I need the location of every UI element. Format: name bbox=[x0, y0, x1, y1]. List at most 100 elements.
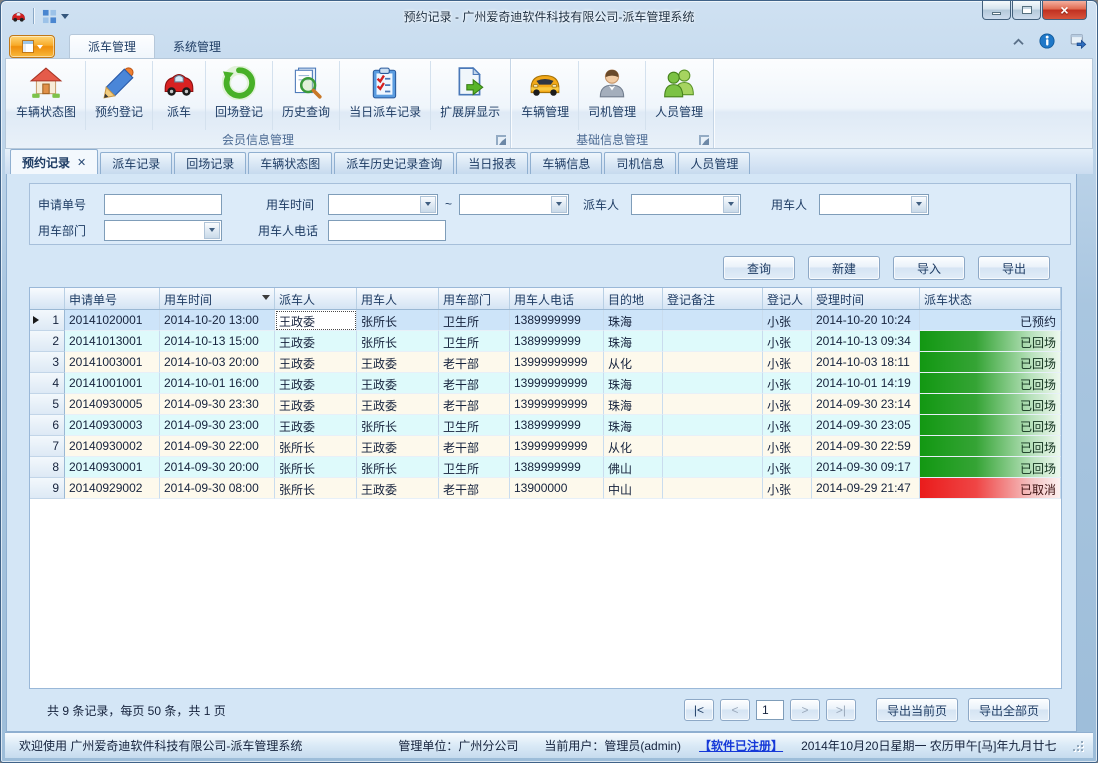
info-icon[interactable] bbox=[1039, 33, 1055, 54]
ribbon-button-pencil[interactable]: 预约登记 bbox=[86, 61, 153, 130]
doc-tab[interactable]: 司机信息 bbox=[604, 152, 676, 174]
grid-cell[interactable]: 2014-09-30 23:05 bbox=[812, 415, 920, 436]
table-row[interactable]: 1201410200012014-10-20 13:00王政委张所长卫生所138… bbox=[30, 310, 1061, 331]
collapse-ribbon-icon[interactable] bbox=[1012, 34, 1025, 52]
grid-cell[interactable] bbox=[663, 352, 763, 373]
grid-cell[interactable]: 老干部 bbox=[439, 352, 510, 373]
grid-cell[interactable]: 王政委 bbox=[275, 331, 357, 352]
grid-cell[interactable]: 1389999999 bbox=[510, 310, 604, 331]
grid-cell[interactable]: 2014-09-30 23:00 bbox=[160, 415, 275, 436]
import-button[interactable]: 导入 bbox=[893, 256, 965, 280]
grid-column-header[interactable]: 申请单号 bbox=[65, 288, 160, 309]
grid-cell[interactable]: 王政委 bbox=[357, 352, 439, 373]
grid-cell[interactable]: 王政委 bbox=[275, 415, 357, 436]
ribbon-tab-inactive[interactable]: 系统管理 bbox=[155, 34, 239, 58]
grid-cell[interactable]: 2014-10-01 14:19 bbox=[812, 373, 920, 394]
passenger-combo[interactable] bbox=[819, 194, 929, 215]
grid-column-header[interactable]: 派车人 bbox=[275, 288, 357, 309]
phone-input[interactable] bbox=[328, 220, 446, 241]
ribbon-tab-active[interactable]: 派车管理 bbox=[69, 34, 155, 58]
resize-grip[interactable] bbox=[1073, 741, 1083, 751]
table-row[interactable]: 5201409300052014-09-30 23:30王政委王政委老干部139… bbox=[30, 394, 1061, 415]
doc-tab[interactable]: 回场记录 bbox=[174, 152, 246, 174]
page-number-input[interactable]: 1 bbox=[756, 700, 784, 720]
grid-cell[interactable]: 2014-10-03 18:11 bbox=[812, 352, 920, 373]
ribbon-button-driver[interactable]: 司机管理 bbox=[579, 61, 646, 130]
ribbon-button-history-search[interactable]: 历史查询 bbox=[273, 61, 340, 130]
ribbon-button-recycle[interactable]: 回场登记 bbox=[206, 61, 273, 130]
close-tab-icon[interactable]: ✕ bbox=[77, 156, 86, 169]
grid-indicator-header[interactable] bbox=[30, 288, 65, 309]
grid-cell[interactable]: 2014-10-03 20:00 bbox=[160, 352, 275, 373]
grid-cell[interactable]: 20140930003 bbox=[65, 415, 160, 436]
grid-cell[interactable]: 13999999999 bbox=[510, 352, 604, 373]
row-indicator[interactable]: 1 bbox=[30, 310, 65, 331]
grid-cell[interactable]: 从化 bbox=[604, 352, 663, 373]
status-badge[interactable]: 已取消 bbox=[920, 478, 1061, 499]
grid-cell[interactable]: 2014-10-20 10:24 bbox=[812, 310, 920, 331]
grid-cell[interactable]: 卫生所 bbox=[439, 310, 510, 331]
previous-page-button[interactable]: < bbox=[720, 699, 750, 721]
table-row[interactable]: 3201410030012014-10-03 20:00王政委王政委老干部139… bbox=[30, 352, 1061, 373]
export-button[interactable]: 导出 bbox=[978, 256, 1050, 280]
grid-cell[interactable]: 2014-10-20 13:00 bbox=[160, 310, 275, 331]
department-combo[interactable] bbox=[104, 220, 222, 241]
use-time-to-combo[interactable] bbox=[459, 194, 569, 215]
ribbon-button-people[interactable]: 人员管理 bbox=[646, 61, 712, 130]
grid-cell[interactable]: 2014-09-30 23:30 bbox=[160, 394, 275, 415]
grid-cell[interactable]: 小张 bbox=[763, 457, 812, 478]
grid-cell[interactable]: 珠海 bbox=[604, 373, 663, 394]
grid-column-header[interactable]: 用车人电话 bbox=[510, 288, 604, 309]
grid-cell[interactable]: 20140929002 bbox=[65, 478, 160, 499]
grid-cell[interactable]: 老干部 bbox=[439, 436, 510, 457]
last-page-button[interactable]: >| bbox=[826, 699, 856, 721]
grid-cell[interactable]: 小张 bbox=[763, 478, 812, 499]
grid-cell[interactable]: 卫生所 bbox=[439, 415, 510, 436]
grid-cell[interactable]: 2014-09-30 09:17 bbox=[812, 457, 920, 478]
grid-cell[interactable]: 2014-09-30 22:00 bbox=[160, 436, 275, 457]
grid-column-header[interactable]: 目的地 bbox=[604, 288, 663, 309]
grid-cell[interactable]: 王政委 bbox=[357, 373, 439, 394]
chevron-down-icon[interactable] bbox=[61, 14, 69, 23]
doc-tab[interactable]: 派车历史记录查询 bbox=[334, 152, 454, 174]
grid-cell[interactable]: 小张 bbox=[763, 394, 812, 415]
table-row[interactable]: 6201409300032014-09-30 23:00王政委张所长卫生所138… bbox=[30, 415, 1061, 436]
ribbon-button-car-red[interactable]: 派车 bbox=[153, 61, 206, 130]
grid-cell[interactable]: 2014-09-30 22:59 bbox=[812, 436, 920, 457]
status-badge[interactable]: 已回场 bbox=[920, 373, 1061, 394]
doc-tab[interactable]: 当日报表 bbox=[456, 152, 528, 174]
request-no-input[interactable] bbox=[104, 194, 222, 215]
status-badge[interactable]: 已预约 bbox=[920, 310, 1061, 331]
export-all-pages-button[interactable]: 导出全部页 bbox=[968, 698, 1050, 722]
status-badge[interactable]: 已回场 bbox=[920, 394, 1061, 415]
ribbon-button-car-yellow[interactable]: 车辆管理 bbox=[512, 61, 579, 130]
grid-cell[interactable]: 13999999999 bbox=[510, 394, 604, 415]
grid-cell[interactable]: 20141020001 bbox=[65, 310, 160, 331]
grid-column-header[interactable]: 受理时间 bbox=[812, 288, 920, 309]
grid-cell[interactable]: 小张 bbox=[763, 415, 812, 436]
grid-cell[interactable]: 老干部 bbox=[439, 394, 510, 415]
grid-cell[interactable]: 珠海 bbox=[604, 310, 663, 331]
export-current-page-button[interactable]: 导出当前页 bbox=[876, 698, 958, 722]
grid-cell[interactable] bbox=[663, 457, 763, 478]
grid-cell[interactable]: 王政委 bbox=[275, 394, 357, 415]
ribbon-button-house[interactable]: 车辆状态图 bbox=[7, 61, 86, 130]
row-indicator[interactable]: 5 bbox=[30, 394, 65, 415]
row-indicator[interactable]: 6 bbox=[30, 415, 65, 436]
grid-cell[interactable]: 张所长 bbox=[275, 436, 357, 457]
search-button[interactable]: 查询 bbox=[723, 256, 795, 280]
grid-cell[interactable]: 珠海 bbox=[604, 394, 663, 415]
grid-cell[interactable]: 珠海 bbox=[604, 415, 663, 436]
layout-quick-access-icon[interactable] bbox=[40, 8, 58, 24]
dialog-launcher-icon[interactable] bbox=[496, 135, 506, 145]
grid-cell[interactable]: 13999999999 bbox=[510, 436, 604, 457]
table-row[interactable]: 8201409300012014-09-30 20:00张所长张所长卫生所138… bbox=[30, 457, 1061, 478]
next-page-button[interactable]: > bbox=[790, 699, 820, 721]
grid-cell[interactable]: 13999999999 bbox=[510, 373, 604, 394]
doc-tab[interactable]: 车辆信息 bbox=[530, 152, 602, 174]
status-badge[interactable]: 已回场 bbox=[920, 415, 1061, 436]
grid-cell[interactable]: 王政委 bbox=[357, 478, 439, 499]
use-time-from-combo[interactable] bbox=[328, 194, 438, 215]
status-badge[interactable]: 已回场 bbox=[920, 457, 1061, 478]
close-button[interactable]: × bbox=[1042, 1, 1087, 20]
